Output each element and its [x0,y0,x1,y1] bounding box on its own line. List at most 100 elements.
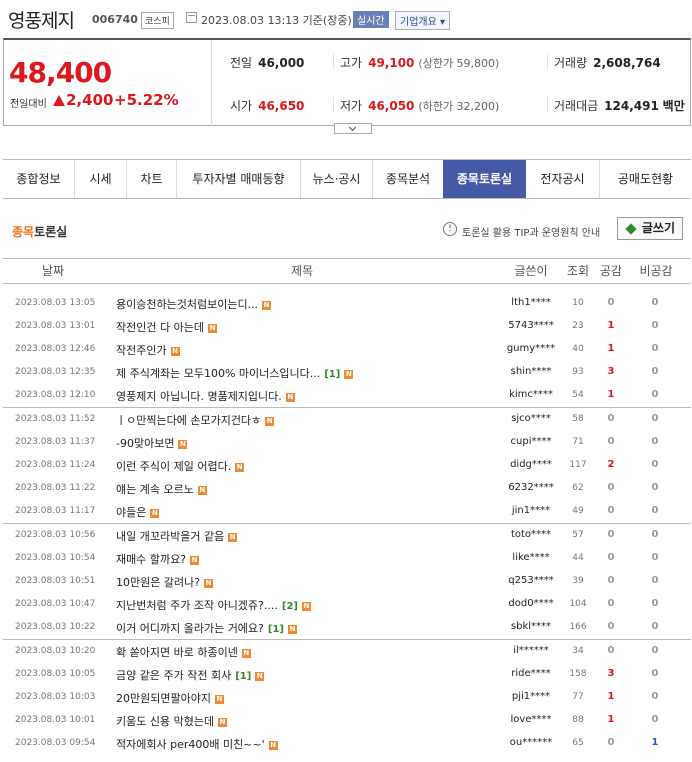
post-writer[interactable]: dod0**** [501,598,561,609]
post-writer[interactable]: lth1**** [501,297,561,308]
table-row[interactable]: 2023.08.03 10:22 이거 어디까지 올라가는 거에요? [1] Nsbk… [3,616,691,639]
tab-investors[interactable]: 투자자별 매매동향 [177,160,301,198]
table-row[interactable]: 2023.08.03 11:17 야들은 Njin1**** 49 0 0 [3,500,691,523]
post-writer[interactable]: didg**** [501,459,561,470]
post-writer[interactable]: q253**** [501,575,561,586]
post-title-link[interactable]: -90맞아보면 N [116,435,188,451]
post-title[interactable]: 내일 개꼬라박을거 같음 [116,530,224,543]
post-title-link[interactable]: 금양 같은 주가 작전 회사 [1] N [116,667,265,683]
post-title[interactable]: 키움도 신용 막혔는데 [116,715,214,728]
table-row[interactable]: 2023.08.03 10:47 지난번처럼 주가 조작 아니겠쥬?.... [2]… [3,593,691,616]
table-row[interactable]: 2023.08.03 13:05 용이승천하는것처럼보이는디... Nlth1***… [3,292,691,315]
post-title-link[interactable]: 이런 주식이 제일 어렵다. N [116,458,245,474]
new-badge: N [207,323,217,333]
post-writer[interactable]: il****** [501,645,561,656]
post-title[interactable]: 20만원되면팔아야지 [116,692,211,705]
table-row[interactable]: 2023.08.03 12:10 영풍제지 아닙니다. 명품제지입니다. Nkimc… [3,384,691,407]
post-like: 1 [607,691,615,702]
tab-chart[interactable]: 차트 [127,160,177,198]
post-title[interactable]: 얘는 계속 오르노 [116,483,194,496]
post-writer[interactable]: pji1**** [501,691,561,702]
post-title-link[interactable]: 내일 개꼬라박을거 같음 N [116,528,238,544]
post-title-link[interactable]: 10만원은 갈려나? N [116,574,214,590]
table-row[interactable]: 2023.08.03 10:51 10만원은 갈려나? Nq253**** 39 0 0 [3,570,691,593]
post-title-link[interactable]: 작전주인가 N [116,342,180,358]
table-row[interactable]: 2023.08.03 10:20 확 쏟아지면 바로 하종이넨 Nil****** 3… [3,640,691,663]
post-writer[interactable]: toto**** [501,529,561,540]
post-writer[interactable]: like**** [501,552,561,563]
tab-short-selling[interactable]: 공매도현황 [600,160,691,198]
post-title[interactable]: 야들은 [116,506,146,519]
post-writer[interactable]: sbkl**** [501,621,561,632]
post-writer[interactable]: ou****** [501,737,561,748]
tab-analysis[interactable]: 종목분석 [373,160,443,198]
post-title[interactable]: 영풍제지 아닙니다. 명품제지입니다. [116,390,282,403]
post-title-link[interactable]: 확 쏟아지면 바로 하종이넨 N [116,644,251,660]
post-title[interactable]: 재매수 할까요? [116,553,186,566]
post-title-link[interactable]: ㅣㅇ만찍는다에 손모가지건다ㅎ N [116,412,275,428]
post-views: 62 [572,483,584,493]
post-title-link[interactable]: 20만원되면팔아야지 N [116,690,224,706]
post-writer[interactable]: gumy**** [501,343,561,354]
table-row[interactable]: 2023.08.03 10:05 금양 같은 주가 작전 회사 [1] Nride**… [3,663,691,686]
post-title-link[interactable]: 야들은 N [116,504,160,520]
table-row[interactable]: 2023.08.03 10:56 내일 개꼬라박을거 같음 Ntoto**** 57 0… [3,524,691,547]
table-row[interactable]: 2023.08.03 12:35 제 주식계좌는 모두100% 마이너스입니다..… [3,361,691,384]
post-title[interactable]: -90맞아보면 [116,437,174,450]
post-title[interactable]: 작전주인가 [116,344,167,357]
post-title-link[interactable]: 이거 어디까지 올라가는 거에요? [1] N [116,620,297,636]
post-title-link[interactable]: 영풍제지 아닙니다. 명품제지입니다. N [116,388,295,404]
col-like: 공감 [599,264,623,278]
tab-overview[interactable]: 종합정보 [3,160,75,198]
post-title[interactable]: 이거 어디까지 올라가는 거에요? [116,622,264,635]
post-writer[interactable]: cupi**** [501,436,561,447]
post-title[interactable]: 적자에회사 per400배 미친~~' [116,738,265,751]
tip-link[interactable]: 토론실 활용 TIP과 운영원칙 안내 [462,224,600,239]
table-row[interactable]: 2023.08.03 12:46 작전주인가 Ngumy**** 40 1 0 [3,338,691,361]
post-title[interactable]: 제 주식계좌는 모두100% 마이너스입니다... [116,367,320,380]
expand-toggle-button[interactable] [334,123,372,134]
table-row[interactable]: 2023.08.03 11:37 -90맞아보면 Ncupi**** 71 0 0 [3,431,691,454]
tab-discussion[interactable]: 종목토론실 [443,160,526,198]
tab-disclosure[interactable]: 전자공시 [526,160,600,198]
post-title[interactable]: 용이승천하는것처럼보이는디... [116,298,258,311]
table-row[interactable]: 2023.08.03 09:54 적자에회사 per400배 미친~~' Nou**… [3,732,691,755]
table-row[interactable]: 2023.08.03 10:03 20만원되면팔아야지 Npji1**** 77 1 0 [3,686,691,709]
write-button-label: 글쓰기 [641,221,675,235]
table-row[interactable]: 2023.08.03 13:01 작전인건 다 아는데 N 5743**** 23 1 0 [3,315,691,338]
post-title[interactable]: 확 쏟아지면 바로 하종이넨 [116,646,238,659]
post-title[interactable]: 작전인건 다 아는데 [116,321,204,334]
post-writer[interactable]: 6232**** [501,482,561,493]
post-title-link[interactable]: 키움도 신용 막혔는데 N [116,713,228,729]
company-info-dropdown[interactable]: 기업개요 ▾ [395,11,451,30]
post-title[interactable]: 금양 같은 주가 작전 회사 [116,669,231,682]
post-writer[interactable]: ride**** [501,668,561,679]
new-badge: N [228,532,238,542]
post-title-link[interactable]: 적자에회사 per400배 미친~~' N [116,736,278,752]
post-title[interactable]: 이런 주식이 제일 어렵다. [116,460,231,473]
post-writer[interactable]: kimc**** [501,389,561,400]
post-writer[interactable]: sjco**** [501,413,561,424]
table-row[interactable]: 2023.08.03 11:24 이런 주식이 제일 어렵다. Ndidg**** 1… [3,454,691,477]
post-writer[interactable]: shin**** [501,366,561,377]
post-title-link[interactable]: 제 주식계좌는 모두100% 마이너스입니다... [1] N [116,365,354,381]
post-writer[interactable]: jin1**** [501,505,561,516]
post-title[interactable]: ㅣㅇ만찍는다에 손모가지건다ㅎ [116,414,261,427]
table-row[interactable]: 2023.08.03 11:52 ㅣㅇ만찍는다에 손모가지건다ㅎ Nsjco****… [3,408,691,431]
post-title-link[interactable]: 지난번처럼 주가 조작 아니겠쥬?.... [2] N [116,597,311,613]
tab-news[interactable]: 뉴스·공시 [301,160,373,198]
table-row[interactable]: 2023.08.03 10:54 재매수 할까요? Nlike**** 44 0 0 [3,547,691,570]
post-like: 0 [607,621,615,632]
post-title-link[interactable]: 얘는 계속 오르노 N [116,481,207,497]
post-title-link[interactable]: 용이승천하는것처럼보이는디... N [116,296,272,312]
realtime-button[interactable]: 실시간 [353,11,389,28]
table-row[interactable]: 2023.08.03 10:01 키움도 신용 막혔는데 Nlove**** 88 1 0 [3,709,691,732]
post-title-link[interactable]: 재매수 할까요? N [116,551,200,567]
post-title-link[interactable]: 작전인건 다 아는데 N [116,319,217,335]
post-writer[interactable]: love**** [501,714,561,725]
tab-quotes[interactable]: 시세 [75,160,127,198]
table-row[interactable]: 2023.08.03 11:22 얘는 계속 오르노 N 6232**** 62 0 0 [3,477,691,500]
post-title[interactable]: 지난번처럼 주가 조작 아니겠쥬?.... [116,599,278,612]
post-title[interactable]: 10만원은 갈려나? [116,576,200,589]
post-writer[interactable]: 5743**** [501,320,561,331]
